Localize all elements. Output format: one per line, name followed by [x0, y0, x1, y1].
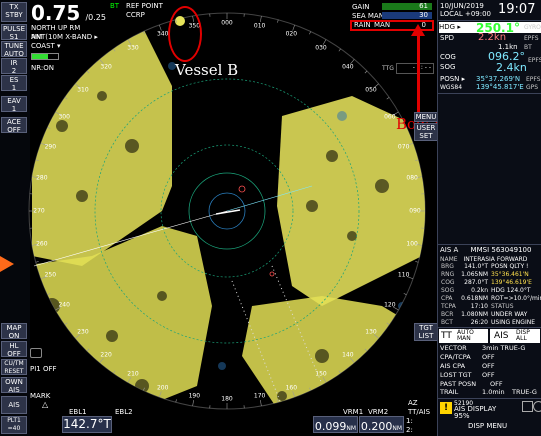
alert-settings-icon[interactable]	[522, 401, 533, 412]
plti-indicator: PLT1 =40	[1, 416, 27, 434]
spd-sub-source: BT	[524, 44, 532, 51]
bearing-label: 130	[365, 328, 377, 336]
bearing-label: 050	[365, 86, 377, 94]
vessel-b-highlight	[168, 6, 202, 62]
posn-gps: GPS	[526, 84, 539, 91]
cpa-tcpa-row[interactable]: CPA/TCPA OFF	[440, 353, 495, 362]
spd-source: EPFS	[524, 35, 539, 42]
bearing-label: 170	[253, 392, 266, 400]
disp-menu-button[interactable]: DISP MENU	[468, 422, 507, 431]
bearing-label: 230	[77, 328, 89, 336]
bearing-label: 150	[315, 370, 327, 378]
tgt-list-button[interactable]: TGT LIST	[414, 323, 438, 341]
bearing-label: 300	[58, 113, 70, 121]
bearing-label: 200	[156, 384, 169, 392]
bearing-label: 030	[315, 44, 327, 52]
bearing-label: 320	[100, 63, 112, 71]
clock: 19:07	[498, 2, 536, 17]
user-set-button[interactable]: USER SET	[414, 123, 438, 141]
target-data-labels: BRG RNG COG SOG CPA TCPA BCR BCT	[441, 263, 456, 326]
az-tt-ais-label[interactable]: AZ TT/AIS	[408, 399, 430, 417]
bearing-label: 280	[36, 174, 48, 182]
posn-datum: WGS84	[440, 84, 463, 91]
bearing-label: 250	[44, 271, 57, 279]
bearing-label: 040	[342, 63, 354, 71]
target-posn-data: POSN QLTY ! 35°36.461'N 139°46.619'E HDG…	[491, 263, 541, 326]
ais-header[interactable]: AIS A MMSI 563049100	[440, 245, 541, 255]
az-slots: 1: 2:	[406, 417, 413, 434]
right-panel: 10/JUN/2019 LOCAL +09:00 19:07 HDG ▸ 250…	[437, 0, 541, 436]
bearing-label: 180	[221, 395, 233, 403]
bearing-label: 210	[127, 370, 139, 378]
bearing-label: 260	[36, 240, 48, 248]
orange-arrow-icon	[0, 256, 14, 272]
bearing-label: 060	[384, 113, 396, 121]
ais-cpa-row[interactable]: AIS CPA OFF	[440, 362, 495, 371]
bearing-label: 100	[406, 240, 418, 248]
bearing-label: 080	[406, 174, 418, 182]
chevron-right-icon: ▸	[461, 75, 466, 83]
vrm1-value[interactable]: 0.099NM	[313, 416, 358, 433]
lost-tgt-row[interactable]: LOST TGT OFF	[440, 371, 495, 380]
bearing-label: 270	[33, 207, 45, 215]
bearing-label: 190	[188, 392, 201, 400]
vector-row[interactable]: VECTOR 3min TRUE-G	[440, 344, 540, 353]
bearing-label: 020	[285, 30, 298, 38]
no-sound-icon[interactable]	[533, 401, 541, 412]
chevron-right-icon: ▸	[457, 23, 461, 31]
bow-arrow-head-icon	[411, 24, 425, 36]
bearing-label: 000	[221, 19, 233, 27]
ais-disp-all-button[interactable]: AIS DISP ALL	[490, 329, 540, 343]
spd-value: 2.2kn	[478, 32, 507, 43]
bearing-label: 070	[397, 143, 410, 151]
sog-value: 2.4kn	[496, 61, 527, 74]
alert-icon[interactable]: !	[440, 402, 452, 414]
bearing-label: 160	[285, 384, 298, 392]
menu-button[interactable]: MENU	[414, 112, 438, 122]
tt-auto-man-button[interactable]: TT AUTO MAN	[439, 329, 488, 343]
bearing-label: 220	[100, 351, 112, 359]
bearing-label: 090	[409, 207, 421, 215]
target-data-values: 141.0°T 1.065NM 287.0°T 0.2kn 0.618NM 17:10 1.…	[461, 263, 488, 326]
bearing-label: 240	[58, 301, 70, 309]
bearing-label: 010	[253, 22, 266, 30]
bearing-label: 290	[44, 143, 57, 151]
vessel-b-label: Vessel B	[175, 61, 239, 79]
hdg-source: GYRO	[524, 24, 541, 31]
bearing-label: 310	[77, 86, 89, 94]
bearing-label: 340	[156, 30, 169, 38]
bearing-label: 110	[397, 271, 410, 279]
bearing-label: 140	[342, 351, 354, 359]
bow-arrow	[417, 34, 420, 112]
posn-lon: 139°45.817'E	[476, 83, 524, 91]
bearing-label: 120	[384, 301, 396, 309]
ebl1-value[interactable]: 142.7°T	[62, 416, 112, 433]
vrm2-value[interactable]: 0.200NM	[359, 416, 404, 433]
alert-text[interactable]: AIS DISPLAY 95%	[454, 406, 496, 420]
trail-row[interactable]: TRAIL 1.0min TRUE-G	[440, 388, 540, 397]
bearing-label: 330	[127, 44, 139, 52]
